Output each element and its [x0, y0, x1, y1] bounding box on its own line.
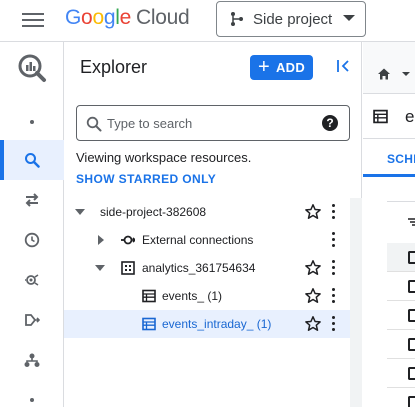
row-checkbox[interactable] — [408, 338, 415, 351]
add-button-label: ADD — [275, 60, 306, 75]
table-title: e — [405, 107, 415, 126]
main-menu-icon[interactable] — [22, 10, 44, 28]
tree-item-label: External connections — [142, 233, 254, 247]
search-icon — [25, 153, 40, 168]
tree-item-label: events_ (1) — [162, 289, 223, 303]
search-icon — [86, 116, 102, 132]
table-row — [387, 301, 415, 330]
plus-icon: + — [257, 55, 270, 78]
collapse-panel-icon[interactable] — [335, 57, 353, 75]
scheduled-queries-nav-item[interactable] — [0, 220, 64, 260]
dataform-nav-item[interactable] — [0, 300, 64, 340]
star-icon[interactable] — [304, 203, 322, 221]
google-cloud-logo[interactable]: Google Cloud — [65, 6, 190, 30]
project-picker[interactable]: Side project — [216, 1, 366, 37]
analytics-hub-nav-item[interactable] — [0, 260, 64, 300]
tree-item-external-connections[interactable]: External connections — [64, 226, 350, 254]
dataform-icon — [25, 314, 40, 326]
tree-item-dataset[interactable]: analytics_361754634 — [64, 254, 350, 282]
table-row — [387, 330, 415, 359]
logo-letter: o — [92, 6, 104, 29]
caret-right-icon[interactable] — [96, 235, 106, 245]
explorer-panel: Explorer + ADD ? Viewing workspace resou… — [64, 42, 362, 407]
tab-schema[interactable]: SCHE — [387, 152, 415, 166]
tree-item-table[interactable]: events_ (1) — [64, 282, 350, 310]
chevron-down-icon — [343, 15, 355, 21]
search-nav-item[interactable] — [0, 140, 64, 180]
more-options-icon[interactable] — [332, 316, 336, 332]
tree-item-label: events_intraday_ (1) — [162, 317, 272, 331]
divider — [387, 201, 415, 202]
details-toolbar — [363, 42, 415, 94]
clock-icon — [24, 232, 40, 248]
caret-down-icon[interactable] — [75, 207, 85, 217]
logo-letter: e — [119, 6, 132, 29]
data-transfer-icon — [25, 193, 39, 207]
select-all-checkbox[interactable] — [408, 251, 415, 264]
project-name: Side project — [253, 10, 333, 28]
dot-icon — [0, 380, 64, 407]
more-options-icon[interactable] — [332, 288, 336, 304]
bi-engine-nav-item[interactable] — [0, 340, 64, 380]
tree-item-table-selected[interactable]: events_intraday_ (1) — [64, 310, 350, 338]
schema-header-row — [387, 243, 415, 272]
tab-schema-underline — [363, 174, 415, 177]
logo-cloud-text: Cloud — [135, 6, 190, 29]
tree-item-project[interactable]: side-project-382608 — [64, 198, 350, 226]
hierarchy-icon — [24, 353, 40, 367]
home-icon[interactable] — [377, 67, 391, 81]
row-checkbox[interactable] — [408, 309, 415, 322]
top-bar: Google Cloud Side project — [0, 0, 415, 42]
details-pane: e SCHE — [363, 42, 415, 407]
divider — [363, 138, 415, 139]
external-connection-icon — [121, 235, 135, 245]
show-starred-only-link[interactable]: SHOW STARRED ONLY — [76, 172, 216, 186]
more-options-icon[interactable] — [332, 260, 336, 276]
bigquery-logo-icon-svg — [18, 54, 46, 82]
more-options-icon[interactable] — [332, 232, 336, 248]
search-input[interactable] — [107, 114, 307, 132]
table-icon — [142, 317, 156, 331]
star-icon[interactable] — [304, 315, 322, 333]
help-icon[interactable]: ? — [322, 115, 338, 131]
caret-down-icon[interactable] — [95, 263, 105, 273]
dataset-icon — [121, 261, 135, 275]
table-row — [387, 388, 415, 407]
table-row — [387, 359, 415, 388]
navigation-rail — [0, 42, 64, 407]
star-icon[interactable] — [304, 287, 322, 305]
row-checkbox[interactable] — [408, 367, 415, 380]
project-hierarchy-icon — [231, 12, 243, 26]
chevron-down-icon[interactable] — [402, 72, 410, 76]
row-checkbox[interactable] — [408, 396, 415, 407]
star-icon[interactable] — [304, 259, 322, 277]
logo-letter: g — [103, 6, 116, 29]
explorer-title: Explorer — [80, 57, 148, 77]
explorer-scrollbar[interactable] — [350, 198, 362, 407]
tree-item-label: side-project-382608 — [100, 205, 207, 219]
data-transfer-nav-item[interactable] — [0, 180, 64, 220]
analytics-hub-icon — [25, 274, 39, 286]
logo-letter: G — [65, 6, 82, 29]
explorer-search: ? — [76, 105, 350, 141]
more-options-icon[interactable] — [332, 204, 336, 220]
logo-letter: o — [81, 6, 93, 29]
table-icon — [142, 289, 156, 303]
bigquery-logo-icon[interactable] — [0, 46, 64, 90]
row-checkbox[interactable] — [408, 280, 415, 293]
add-button[interactable]: + ADD — [250, 55, 313, 80]
table-row — [387, 272, 415, 301]
tree-item-label: analytics_361754634 — [142, 261, 256, 275]
filter-icon[interactable] — [408, 218, 415, 226]
dot-icon — [0, 102, 64, 142]
viewing-resources-text: Viewing workspace resources. — [76, 150, 252, 165]
table-icon — [373, 109, 388, 124]
